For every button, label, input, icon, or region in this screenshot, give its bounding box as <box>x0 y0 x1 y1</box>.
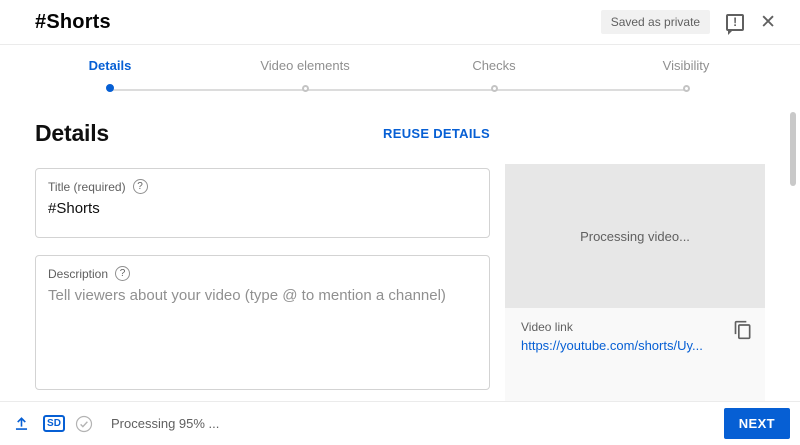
close-icon[interactable]: ✕ <box>760 13 776 32</box>
title-field-label: Title (required) <box>48 179 126 194</box>
stepper-step-details[interactable]: Details <box>25 58 195 98</box>
feedback-icon[interactable]: ! <box>726 13 745 35</box>
video-thumbnail-placeholder: Processing video... <box>505 164 765 308</box>
next-button[interactable]: NEXT <box>723 408 790 439</box>
title-input[interactable] <box>48 200 477 217</box>
stepper-line <box>110 89 686 91</box>
sd-quality-badge: SD <box>43 415 65 432</box>
stepper-step-visibility[interactable]: Visibility <box>601 58 771 98</box>
title-field[interactable]: Title (required) ? <box>35 168 490 238</box>
processing-status-text: Processing 95% ... <box>111 416 220 431</box>
step-dot-active <box>106 84 114 92</box>
copy-icon[interactable] <box>733 320 753 340</box>
check-circle-icon <box>75 415 93 433</box>
upload-stepper: Details Video elements Checks Visibility <box>0 45 800 115</box>
dialog-footer: SD Processing 95% ... NEXT <box>0 401 800 445</box>
description-input[interactable] <box>48 287 477 377</box>
step-dot <box>301 84 309 92</box>
description-field[interactable]: Description ? <box>35 255 490 390</box>
processing-video-text: Processing video... <box>580 228 690 244</box>
description-field-label: Description <box>48 266 109 281</box>
scrollbar-thumb[interactable] <box>790 112 796 186</box>
stepper-step-checks[interactable]: Checks <box>409 58 579 98</box>
section-title: Details <box>35 120 110 146</box>
video-link-label: Video link <box>521 320 573 334</box>
stepper-step-video-elements[interactable]: Video elements <box>220 58 390 98</box>
status-badge: Saved as private <box>600 10 711 34</box>
page-title: #Shorts <box>35 10 111 33</box>
dialog-header: #Shorts Saved as private ! ✕ <box>0 0 800 45</box>
reuse-details-button[interactable]: REUSE DETAILS <box>383 126 490 141</box>
step-dot <box>682 84 690 92</box>
upload-icon <box>12 414 31 433</box>
video-link-card: Video link https://youtube.com/shorts/Uy… <box>505 308 765 401</box>
help-icon[interactable]: ? <box>132 179 148 194</box>
video-preview-panel: Processing video... Video link https://y… <box>505 164 765 401</box>
step-dot <box>490 84 498 92</box>
video-link-url[interactable]: https://youtube.com/shorts/Uy... <box>521 338 729 353</box>
help-icon[interactable]: ? <box>115 266 131 281</box>
